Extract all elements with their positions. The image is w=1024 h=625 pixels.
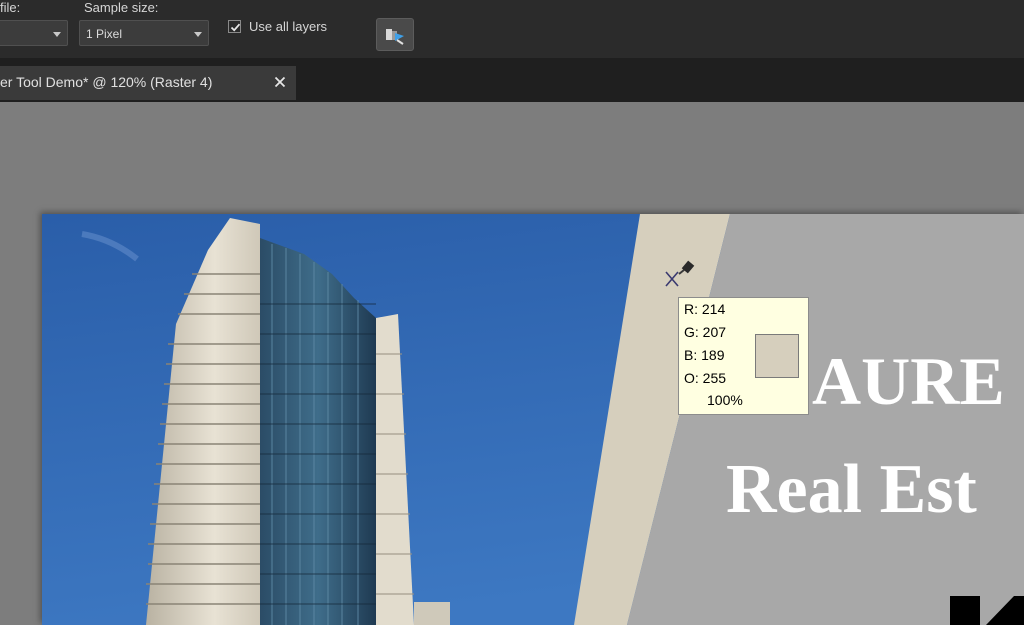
checkmark-icon bbox=[230, 23, 241, 32]
sample-size-label: Sample size: bbox=[84, 0, 159, 15]
chevron-down-icon bbox=[53, 32, 61, 37]
red-value: R: 214 bbox=[684, 301, 726, 317]
green-value: G: 207 bbox=[684, 324, 727, 340]
opacity-value: O: 255 bbox=[684, 370, 727, 386]
use-all-layers-checkbox[interactable] bbox=[228, 20, 241, 33]
heading-line-1: AURE bbox=[812, 343, 1005, 419]
profile-label: file: bbox=[0, 0, 21, 15]
heading-line-2: Real Est bbox=[726, 451, 977, 528]
sample-size-dropdown[interactable]: 1 Pixel bbox=[79, 20, 209, 46]
tab-document[interactable]: er Tool Demo* @ 120% (Raster 4) bbox=[0, 66, 296, 100]
opacity-percent: 100% bbox=[707, 392, 743, 408]
use-all-layers-label[interactable]: Use all layers bbox=[249, 19, 327, 34]
tool-options-bar: file: Sample size: 1 Pixel Use all layer… bbox=[0, 0, 1024, 58]
apply-to-layer-button[interactable] bbox=[376, 18, 414, 51]
canvas-artwork: AURE Real Est bbox=[42, 214, 1024, 625]
sample-size-value: 1 Pixel bbox=[86, 27, 123, 41]
document-canvas[interactable]: AURE Real Est bbox=[42, 214, 1024, 625]
dropper-crosshair-icon bbox=[665, 260, 695, 287]
close-icon[interactable] bbox=[272, 74, 288, 90]
blue-value: B: 189 bbox=[684, 347, 725, 363]
document-tab-bar: er Tool Demo* @ 120% (Raster 4) bbox=[0, 58, 1024, 102]
apply-to-layer-icon bbox=[386, 29, 404, 45]
color-swatch bbox=[755, 334, 799, 378]
tab-title: er Tool Demo* @ 120% (Raster 4) bbox=[0, 74, 213, 90]
profile-dropdown[interactable] bbox=[0, 20, 68, 46]
logo-fragment bbox=[950, 596, 980, 625]
chevron-down-icon bbox=[194, 32, 202, 37]
color-info-tooltip: R: 214 G: 207 B: 189 O: 255 100% bbox=[678, 297, 809, 415]
